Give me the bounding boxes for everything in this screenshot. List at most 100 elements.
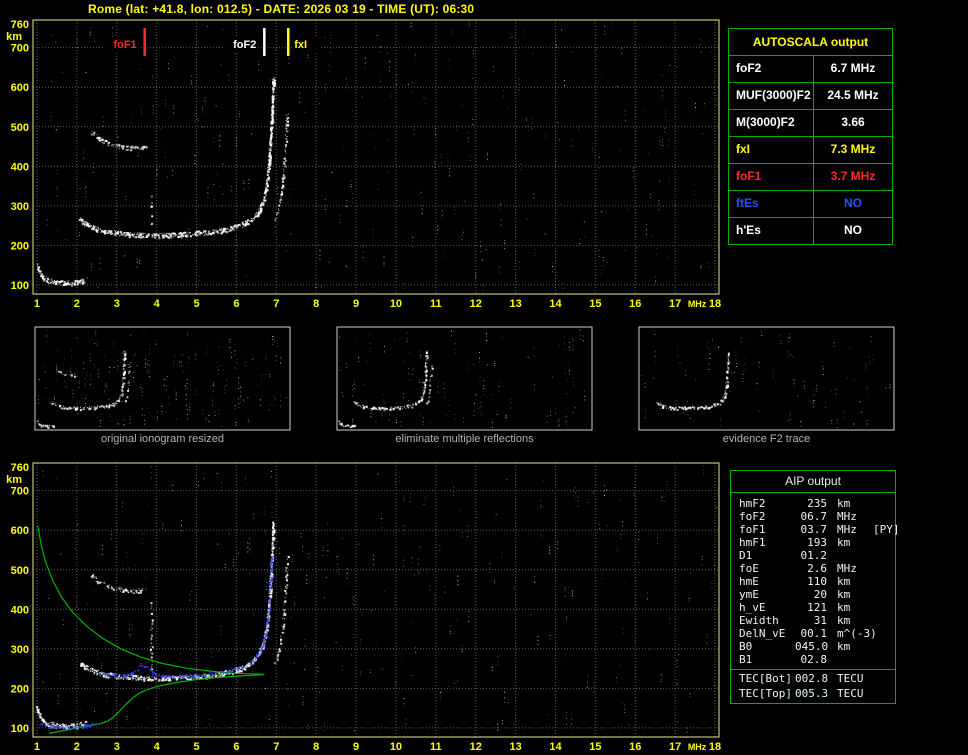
param-label: foF1	[739, 523, 766, 536]
svg-text:18: 18	[709, 298, 721, 310]
param-label: foF2	[739, 510, 766, 523]
svg-text:200: 200	[11, 240, 29, 252]
svg-text:760: 760	[11, 19, 29, 31]
autoscala-row-ftEs: ftEs NO	[729, 191, 892, 218]
param-note	[867, 653, 895, 666]
autoscala-row-MUF(3000)F2: MUF(3000)F2 24.5 MHz	[729, 83, 892, 110]
aip-row-foE: foE 2.6 MHz	[731, 562, 895, 575]
param-value: 6.7 MHz	[813, 56, 892, 82]
svg-text:2: 2	[74, 741, 80, 753]
thumbnail-caption-1: original ionogram resized	[101, 433, 224, 445]
svg-text:9: 9	[353, 298, 359, 310]
aip-row-TEC[Bot]: TEC[Bot] 002.8 TECU	[731, 669, 895, 687]
svg-text:16: 16	[629, 298, 641, 310]
svg-text:15: 15	[589, 741, 601, 753]
param-value: 3.7 MHz	[813, 164, 892, 190]
svg-text:3: 3	[114, 741, 120, 753]
svg-text:10: 10	[390, 298, 402, 310]
top-ionogram-plot: 1 2 3 4 5 6 7 8 9 10 11 12 13 14 15 16 17 181002003004005…	[6, 19, 721, 310]
param-note	[867, 614, 895, 627]
svg-text:500: 500	[11, 122, 29, 134]
aip-row-hmF2: hmF2 235 km	[731, 497, 895, 510]
param-label: TEC[Top]	[739, 687, 792, 700]
param-unit: km	[837, 588, 851, 601]
svg-text:100: 100	[11, 280, 29, 292]
param-label: hmF1	[739, 536, 766, 549]
param-note	[867, 510, 895, 523]
svg-text:6: 6	[233, 298, 239, 310]
param-label: B0	[739, 640, 753, 653]
param-label: ymE	[739, 588, 759, 601]
param-label: h_vE	[739, 601, 766, 614]
param-label: MUF(3000)F2	[736, 88, 811, 102]
thumbnail-caption-3: evidence F2 trace	[722, 433, 811, 445]
svg-text:2: 2	[74, 298, 80, 310]
aip-row-D1: D1 01.2	[731, 549, 895, 562]
param-unit: km	[837, 601, 851, 614]
svg-text:600: 600	[11, 525, 29, 537]
autoscala-output-table: AUTOSCALA output foF2 6.7 MHz MUF(3000)F2 2…	[728, 28, 893, 245]
autoscala-table-title: AUTOSCALA output	[729, 29, 892, 56]
svg-text:7: 7	[273, 741, 279, 753]
station-title: Rome (lat: +41.8, lon: 012.5) - DATE: 20…	[88, 2, 475, 16]
param-unit: km	[837, 640, 851, 653]
aip-row-B0: B0 045.0 km	[731, 640, 895, 653]
aip-row-TEC[Top]: TEC[Top] 005.3 TECU	[731, 687, 895, 700]
param-unit: MHz	[837, 562, 857, 575]
param-unit: km	[837, 536, 851, 549]
svg-text:fxI: fxI	[294, 39, 307, 51]
param-note	[867, 575, 895, 588]
svg-text:5: 5	[193, 741, 199, 753]
svg-text:km: km	[6, 31, 22, 43]
param-value: 00.1	[800, 627, 828, 640]
param-value: 24.5 MHz	[813, 83, 892, 109]
svg-text:11: 11	[430, 298, 442, 310]
param-label: Ewidth	[739, 614, 779, 627]
svg-text:400: 400	[11, 604, 29, 616]
param-label: DelN_vE	[739, 627, 786, 640]
svg-text:600: 600	[11, 82, 29, 94]
aip-row-ymE: ymE 20 km	[731, 588, 895, 601]
svg-text:foF1: foF1	[113, 39, 136, 51]
svg-text:760: 760	[11, 462, 29, 474]
param-value: 03.7	[800, 523, 828, 536]
param-note	[867, 549, 895, 562]
thumbnail-3	[638, 326, 895, 431]
param-value: 20	[813, 588, 827, 601]
param-value: 045.0	[795, 640, 829, 653]
svg-text:8: 8	[313, 741, 319, 753]
autoscala-row-M(3000)F2: M(3000)F2 3.66	[729, 110, 892, 137]
aip-row-foF2: foF2 06.7 MHz	[731, 510, 895, 523]
param-value: 110	[807, 575, 827, 588]
svg-text:5: 5	[193, 298, 199, 310]
param-note	[867, 601, 895, 614]
param-value: 3.66	[813, 110, 892, 136]
param-note: [PY]	[873, 523, 900, 536]
param-value: NO	[813, 218, 892, 244]
param-unit: MHz	[837, 523, 857, 536]
param-note	[867, 627, 895, 640]
param-value: 06.7	[800, 510, 828, 523]
param-note	[867, 687, 895, 700]
autoscala-row-foF2: foF2 6.7 MHz	[729, 56, 892, 83]
svg-text:km: km	[6, 474, 22, 486]
param-note	[867, 562, 895, 575]
param-value: 005.3	[795, 687, 829, 700]
svg-text:4: 4	[154, 298, 161, 310]
param-value: NO	[813, 191, 892, 217]
svg-text:12: 12	[470, 741, 482, 753]
svg-text:14: 14	[549, 741, 562, 753]
svg-text:700: 700	[11, 486, 29, 498]
param-note	[867, 640, 895, 653]
svg-text:1: 1	[34, 298, 40, 310]
param-unit: MHz	[837, 510, 857, 523]
svg-text:9: 9	[353, 741, 359, 753]
param-value: 01.2	[800, 549, 828, 562]
svg-text:7: 7	[273, 298, 279, 310]
param-label: ftEs	[736, 196, 759, 210]
svg-text:16: 16	[629, 741, 641, 753]
param-label: M(3000)F2	[736, 115, 795, 129]
param-unit: km	[837, 575, 851, 588]
autoscala-row-h'Es: h'Es NO	[729, 218, 892, 244]
thumbnail-caption-2: eliminate multiple reflections	[395, 433, 534, 445]
